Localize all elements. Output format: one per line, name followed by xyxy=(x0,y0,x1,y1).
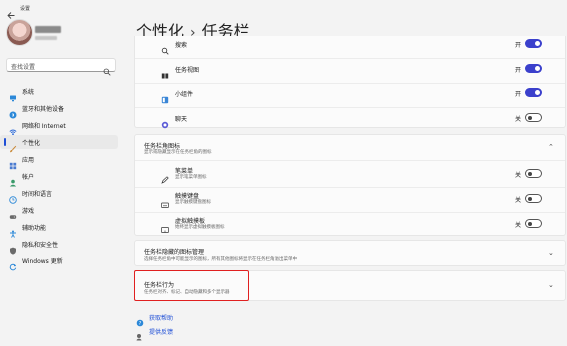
chat-icon xyxy=(161,114,169,129)
active-indicator xyxy=(4,138,6,146)
taskbar-item-label: 搜索 xyxy=(175,42,188,49)
sidebar-item-label: 系统 xyxy=(22,89,35,96)
taskbar-item-label: 小组件 xyxy=(175,91,194,98)
corner-icon-subtitle: 显示笔菜单图标 xyxy=(175,175,207,180)
toggle-state-label: 开 xyxy=(515,91,522,98)
toggle-state-label: 关 xyxy=(515,197,522,204)
sidebar-item-10[interactable]: Windows 更新 xyxy=(0,253,118,271)
sidebar-item-label: 隐私和安全性 xyxy=(22,242,59,249)
sidebar-item-label: 游戏 xyxy=(22,208,35,215)
sidebar-item-label: Windows 更新 xyxy=(22,258,63,265)
toggle-state-label: 关 xyxy=(515,222,522,229)
taskbar-item-row: 小组件 开 xyxy=(135,87,565,104)
toggle-switch[interactable] xyxy=(525,39,542,48)
overflow-title: 任务栏隐藏的图标管理 xyxy=(144,249,205,256)
apps-icon xyxy=(9,155,17,170)
sidebar-item-label: 个性化 xyxy=(22,140,41,147)
overflow-subtitle: 选择任务栏角中可能显示的图标，所有其他图标将显示在任务栏角溢出菜单中 xyxy=(144,257,297,262)
toggle-state-label: 开 xyxy=(515,42,522,49)
search-icon[interactable] xyxy=(103,61,111,76)
sidebar-item-3[interactable]: 个性化 xyxy=(0,135,118,153)
taskbar-item-label: 聊天 xyxy=(175,116,188,123)
title-bar: 设置 xyxy=(0,0,567,19)
pen-menu-icon xyxy=(161,169,169,184)
sidebar-item-label: 网络和 Internet xyxy=(22,123,66,130)
sidebar-item-label: 蓝牙和其他设备 xyxy=(22,106,65,113)
give-feedback-label[interactable]: 提供反馈 xyxy=(149,327,173,336)
corner-icon-row: 笔菜单 显示笔菜单图标关 xyxy=(135,165,565,184)
app-title: 设置 xyxy=(20,6,31,12)
toggle-state-label: 开 xyxy=(515,67,522,74)
get-help-label[interactable]: 获取帮助 xyxy=(149,313,173,322)
sidebar-item-8[interactable]: 辅助功能 xyxy=(0,220,118,238)
user-email-blurred xyxy=(35,36,57,40)
chevron-up-icon[interactable]: ⌃ xyxy=(548,143,554,151)
feedback-icon xyxy=(136,326,144,341)
corner-icon-row: 虚拟触摸板 始终显示虚拟触摸板图标关 xyxy=(135,215,565,233)
search-icon xyxy=(161,40,169,55)
chevron-down-icon[interactable]: ⌄ xyxy=(548,281,554,289)
taskbar-item-row: 搜索 开 xyxy=(135,38,565,55)
sidebar-item-9[interactable]: 隐私和安全性 xyxy=(0,237,118,255)
bluetooth-icon xyxy=(9,104,17,119)
monitor-icon xyxy=(9,87,17,102)
corner-icons-header[interactable]: 任务栏角图标 显示或隐藏显示在任务栏角的图标 ⌃ xyxy=(135,135,565,160)
sidebar-item-6[interactable]: 时间和语言 xyxy=(0,186,118,204)
update-icon xyxy=(9,256,17,271)
corner-icons-card: 任务栏角图标 显示或隐藏显示在任务栏角的图标 ⌃ 笔菜单 显示笔菜单图标关触摸键盘… xyxy=(134,134,566,236)
sidebar-item-label: 辅助功能 xyxy=(22,225,47,232)
wifi-icon xyxy=(9,121,17,136)
taskbar-item-row: 任务视图 开 xyxy=(135,63,565,79)
corner-icon-subtitle: 显示触摸键盘图标 xyxy=(175,200,211,205)
sidebar-item-2[interactable]: 网络和 Internet xyxy=(0,118,118,136)
widgets-icon xyxy=(161,89,169,104)
search-input[interactable]: 查找设置 xyxy=(11,62,35,71)
toggle-switch[interactable] xyxy=(525,219,542,228)
help-icon: ? xyxy=(136,312,144,327)
corner-icon-row: 触摸键盘 显示触摸键盘图标关 xyxy=(135,190,565,208)
sidebar-item-label: 时间和语言 xyxy=(22,191,53,198)
globe-clock-icon xyxy=(9,189,17,204)
touch-keyboard-icon xyxy=(161,194,169,208)
toggle-switch[interactable] xyxy=(525,64,542,73)
person-icon xyxy=(9,172,17,187)
toggle-state-label: 关 xyxy=(515,116,522,123)
task-view-icon xyxy=(161,65,169,79)
search-box[interactable]: 查找设置 xyxy=(6,58,116,76)
accessibility-icon xyxy=(9,223,17,238)
virtual-touchpad-icon xyxy=(161,219,169,233)
toggle-switch[interactable] xyxy=(525,194,542,203)
chevron-down-icon[interactable]: ⌄ xyxy=(548,249,554,257)
sidebar-item-label: 帐户 xyxy=(22,174,35,181)
toggle-switch[interactable] xyxy=(525,169,542,178)
sidebar-item-label: 应用 xyxy=(22,157,35,164)
taskbar-item-row: 聊天 关 xyxy=(135,112,565,129)
user-name-blurred xyxy=(35,26,61,33)
toggle-state-label: 关 xyxy=(515,172,522,179)
corner-icons-subtitle: 显示或隐藏显示在任务栏角的图标 xyxy=(144,150,212,155)
avatar[interactable] xyxy=(6,19,33,46)
gamepad-icon xyxy=(9,206,17,219)
shield-icon xyxy=(9,240,17,255)
back-icon[interactable] xyxy=(7,4,15,19)
corner-icon-subtitle: 始终显示虚拟触摸板图标 xyxy=(175,225,225,230)
overflow-icons-card[interactable]: 任务栏隐藏的图标管理 选择任务栏角中可能显示的图标，所有其他图标将显示在任务栏角… xyxy=(134,240,566,266)
toggle-switch[interactable] xyxy=(525,113,542,122)
sidebar-item-5[interactable]: 帐户 xyxy=(0,169,118,187)
highlight-box xyxy=(134,270,249,301)
sidebar-item-7[interactable]: 游戏 xyxy=(0,203,118,219)
sidebar-item-1[interactable]: 蓝牙和其他设备 xyxy=(0,101,118,119)
sidebar-item-0[interactable]: 系统 xyxy=(0,84,118,102)
sidebar-item-4[interactable]: 应用 xyxy=(0,152,118,170)
toggle-switch[interactable] xyxy=(525,88,542,97)
brush-icon xyxy=(9,138,17,153)
taskbar-item-label: 任务视图 xyxy=(175,67,200,74)
taskbar-items-card: 搜索开任务视图开小组件开聊天关 xyxy=(134,36,566,129)
